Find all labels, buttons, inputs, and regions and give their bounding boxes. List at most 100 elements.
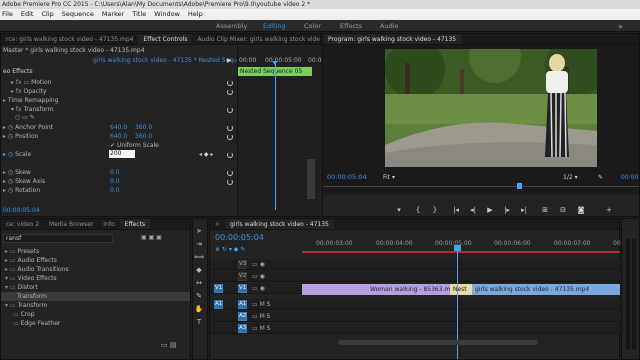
- type-icon[interactable]: T: [194, 317, 204, 327]
- mark-out-icon[interactable]: }: [430, 205, 440, 215]
- reset-opacity-icon[interactable]: [227, 89, 233, 95]
- effects-item-video-effects[interactable]: ▾ ▭ Video Effects: [5, 274, 57, 283]
- track-v1-controls-icon[interactable]: ▭ ◉: [252, 284, 265, 293]
- track-v3[interactable]: [210, 259, 620, 270]
- razor-icon[interactable]: ◆: [194, 265, 204, 275]
- rotation-value[interactable]: 0.0: [110, 186, 120, 195]
- effects-item-audio-effects[interactable]: ▸ ▭ Audio Effects: [5, 256, 57, 265]
- position-x[interactable]: 640.0: [110, 132, 127, 141]
- ec-scrollbar[interactable]: [307, 159, 315, 199]
- play-icon[interactable]: ▶: [485, 205, 495, 215]
- lift-icon[interactable]: ⊞: [540, 205, 550, 215]
- tab-source[interactable]: rce: girls walking stock video - 47135.m…: [1, 34, 138, 44]
- track-a3[interactable]: [210, 323, 620, 334]
- track-a1[interactable]: [210, 299, 620, 310]
- track-v1-label[interactable]: V1: [238, 284, 247, 293]
- program-timecode[interactable]: 00:00:05:04: [327, 173, 367, 182]
- program-viewer[interactable]: [323, 45, 639, 195]
- track-v2-controls-icon[interactable]: ▭ ◉: [252, 272, 265, 281]
- clip-nested-sequence[interactable]: Nest: [450, 284, 472, 295]
- track-a3-label[interactable]: A3: [238, 324, 247, 333]
- timeline-snap-icons[interactable]: ⋔ ↻ ▾ ◆ ✎: [215, 245, 245, 254]
- add-marker-icon[interactable]: ▾: [394, 205, 404, 215]
- tab-info[interactable]: Info: [98, 219, 119, 229]
- master-clip-label[interactable]: Master * girls walking stock video - 471…: [3, 46, 145, 55]
- slip-icon[interactable]: ↔: [194, 278, 204, 288]
- track-v2[interactable]: [210, 271, 620, 282]
- go-to-out-icon[interactable]: ▸|: [519, 205, 529, 215]
- track-a1-label[interactable]: A1: [238, 300, 247, 309]
- workspace-color[interactable]: Color: [304, 20, 321, 32]
- skew-value[interactable]: 0.0: [110, 168, 120, 177]
- step-back-icon[interactable]: ◂|: [468, 205, 478, 215]
- playhead-handle-icon[interactable]: [454, 245, 461, 251]
- timeline-zoom-scrollbar[interactable]: [338, 340, 538, 345]
- new-bin-icon[interactable]: ▭ ▤: [161, 341, 176, 349]
- resolution-dropdown[interactable]: 1/2 ▾: [563, 173, 578, 182]
- source-patch-a1[interactable]: A1: [214, 300, 223, 309]
- reset-transform-icon[interactable]: [227, 107, 233, 113]
- track-a2-label[interactable]: A2: [238, 312, 247, 321]
- program-monitor-title[interactable]: Program: girls walking stock video - 471…: [323, 34, 462, 44]
- step-forward-icon[interactable]: |▸: [502, 205, 512, 215]
- mark-in-icon[interactable]: {: [413, 205, 423, 215]
- export-frame-icon[interactable]: ◙: [576, 205, 586, 215]
- reset-skew-icon[interactable]: [227, 170, 233, 176]
- tab-media-browser[interactable]: Media Browser: [44, 219, 98, 229]
- workspace-more-icon[interactable]: »: [618, 22, 623, 31]
- track-a3-controls-icon[interactable]: ▭ M S: [252, 324, 270, 333]
- track-a2-controls-icon[interactable]: ▭ M S: [252, 312, 270, 321]
- fit-dropdown[interactable]: Fit ▾: [383, 173, 395, 182]
- ripple-edit-icon[interactable]: ⟺: [194, 252, 204, 262]
- timeline-timecode[interactable]: 00:00:05:04: [215, 233, 264, 242]
- workspace-effects[interactable]: Effects: [340, 20, 362, 32]
- mini-playhead-handle-icon[interactable]: [272, 61, 278, 65]
- menu-help[interactable]: Help: [188, 10, 203, 18]
- effects-item-crop[interactable]: ▭ Crop: [13, 310, 35, 319]
- reset-skew-axis-icon[interactable]: [227, 179, 233, 185]
- anchor-point-y[interactable]: 360.0: [135, 123, 152, 132]
- pen-icon[interactable]: ✎: [194, 291, 204, 301]
- effects-item-presets[interactable]: ▸ ▭ Presets: [5, 247, 39, 256]
- track-a1-controls-icon[interactable]: ▭ M S: [252, 300, 270, 309]
- button-editor-icon[interactable]: +: [604, 205, 614, 215]
- mask-tools-icon[interactable]: ○ ▭ ✎: [15, 113, 35, 122]
- menu-sequence[interactable]: Sequence: [62, 10, 94, 18]
- hand-icon[interactable]: ✋: [194, 304, 204, 314]
- effects-search-input[interactable]: ransf: [3, 234, 113, 243]
- effects-item-transform-folder[interactable]: ▾ ▭ Transform: [5, 301, 47, 310]
- time-remapping-row[interactable]: ▸ Time Remapping: [3, 96, 59, 105]
- clip-woman-walking[interactable]: Woman walking - 85363.mp4: [302, 284, 450, 295]
- reset-anchor-icon[interactable]: [227, 125, 233, 131]
- effects-item-distort[interactable]: ▾ ▭ Distort: [5, 283, 38, 292]
- menu-marker[interactable]: Marker: [102, 10, 124, 18]
- track-a2[interactable]: [210, 311, 620, 322]
- play-audio-icon[interactable]: ▶: [227, 56, 232, 65]
- extract-icon[interactable]: ⊟: [558, 205, 568, 215]
- effects-item-edge-feather[interactable]: ▭ Edge Feather: [13, 319, 60, 328]
- track-select-icon[interactable]: ⇥: [194, 239, 204, 249]
- sequence-clip-label[interactable]: girls walking stock video - 47135 * Nest…: [93, 56, 261, 65]
- scale-input[interactable]: 200: [109, 150, 135, 158]
- program-playhead[interactable]: [517, 183, 522, 189]
- work-area-bar[interactable]: [302, 251, 620, 253]
- ec-timecode[interactable]: 00:00:05:04: [3, 206, 40, 215]
- menu-edit[interactable]: Edit: [21, 10, 34, 18]
- effects-item-audio-transitions[interactable]: ▸ ▭ Audio Transitions: [5, 265, 69, 274]
- uniform-scale-row[interactable]: ✓ Uniform Scale: [110, 141, 159, 150]
- track-v3-label[interactable]: V3: [238, 260, 247, 269]
- reset-motion-icon[interactable]: [227, 80, 233, 86]
- accelerated-effects-icon[interactable]: ▣ ▣ ▣: [141, 234, 162, 241]
- position-y[interactable]: 360.0: [135, 132, 152, 141]
- menu-title[interactable]: Title: [132, 10, 146, 18]
- workspace-editing[interactable]: Editing: [263, 20, 286, 32]
- timeline-tab[interactable]: girls walking stock video - 47135: [225, 219, 334, 229]
- program-scrub-bar[interactable]: [323, 186, 639, 187]
- menu-file[interactable]: File: [2, 10, 13, 18]
- menu-window[interactable]: Window: [154, 10, 180, 18]
- anchor-point-x[interactable]: 640.0: [110, 123, 127, 132]
- track-v3-controls-icon[interactable]: ▭ ◉: [252, 260, 265, 269]
- tab-effects[interactable]: Effects: [119, 219, 151, 229]
- workspace-audio[interactable]: Audio: [380, 20, 398, 32]
- keyframe-nav-icon[interactable]: ◂ ◆ ▸: [199, 150, 213, 159]
